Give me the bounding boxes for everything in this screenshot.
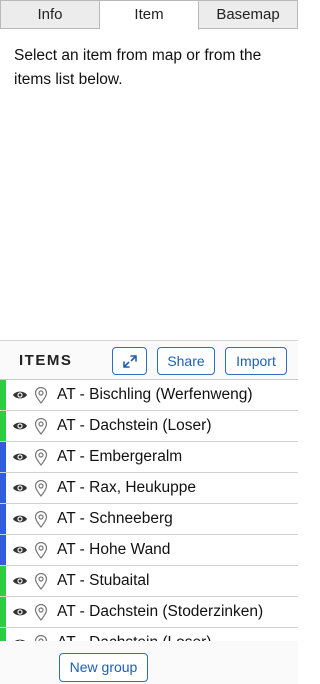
location-pin-icon[interactable] (34, 510, 48, 533)
location-pin-icon[interactable] (34, 572, 48, 595)
tab-bar: Info Item Basemap (0, 0, 298, 30)
list-item[interactable]: AT - Rax, Heukuppe (0, 473, 298, 504)
import-button[interactable]: Import (225, 347, 287, 375)
share-button[interactable]: Share (157, 347, 215, 375)
list-item-label: AT - Dachstein (Loser) (57, 417, 212, 434)
group-color-bar (0, 473, 6, 503)
items-footer: New group (0, 647, 298, 684)
group-color-bar (0, 411, 6, 441)
location-pin-icon[interactable] (34, 479, 48, 502)
item-hint-text: Select an item from map or from the item… (14, 47, 262, 88)
list-item-label: AT - Dachstein (Loser) (57, 634, 211, 641)
tab-item[interactable]: Item (100, 0, 199, 30)
items-title: ITEMS (19, 352, 73, 369)
visibility-eye-icon[interactable] (12, 543, 28, 561)
items-panel: ITEMS Share Import AT - Bischling (Werfe… (0, 340, 298, 684)
list-item[interactable]: AT - Dachstein (Loser) (0, 628, 298, 641)
list-item-label: AT - Embergeralm (57, 448, 183, 465)
list-item[interactable]: AT - Dachstein (Loser) (0, 411, 298, 442)
list-item-label: AT - Stubaital (57, 572, 150, 589)
location-pin-icon[interactable] (34, 603, 48, 626)
location-pin-icon[interactable] (34, 541, 48, 564)
group-color-bar (0, 566, 6, 596)
list-item-label: AT - Dachstein (Stoderzinken) (57, 603, 264, 620)
visibility-eye-icon[interactable] (12, 636, 28, 641)
visibility-eye-icon[interactable] (12, 574, 28, 592)
tab-info[interactable]: Info (0, 0, 100, 28)
group-color-bar (0, 597, 6, 627)
location-pin-icon[interactable] (34, 386, 48, 409)
items-list: AT - Bischling (Werfenweng) AT - Dachstei… (0, 379, 298, 641)
list-item[interactable]: AT - Schneeberg (0, 504, 298, 535)
list-item[interactable]: AT - Stubaital (0, 566, 298, 597)
location-pin-icon[interactable] (34, 417, 48, 440)
list-item-label: AT - Hohe Wand (57, 541, 171, 558)
location-pin-icon[interactable] (34, 634, 48, 641)
visibility-eye-icon[interactable] (12, 605, 28, 623)
group-color-bar (0, 442, 6, 472)
expand-button[interactable] (112, 347, 147, 375)
items-header: ITEMS Share Import (0, 341, 298, 379)
expand-arrows-icon (123, 355, 137, 368)
location-pin-icon[interactable] (34, 448, 48, 471)
list-item[interactable]: AT - Embergeralm (0, 442, 298, 473)
list-item[interactable]: AT - Hohe Wand (0, 535, 298, 566)
group-color-bar (0, 380, 6, 410)
list-item-label: AT - Schneeberg (57, 510, 173, 527)
visibility-eye-icon[interactable] (12, 450, 28, 468)
visibility-eye-icon[interactable] (12, 388, 28, 406)
list-item[interactable]: AT - Bischling (Werfenweng) (0, 380, 298, 411)
list-item[interactable]: AT - Dachstein (Stoderzinken) (0, 597, 298, 628)
group-color-bar (0, 535, 6, 565)
list-item-label: AT - Bischling (Werfenweng) (57, 386, 253, 403)
new-group-button[interactable]: New group (59, 653, 148, 682)
group-color-bar (0, 504, 6, 534)
group-color-bar (0, 628, 6, 641)
visibility-eye-icon[interactable] (12, 481, 28, 499)
tab-basemap[interactable]: Basemap (199, 0, 298, 28)
visibility-eye-icon[interactable] (12, 512, 28, 530)
visibility-eye-icon[interactable] (12, 419, 28, 437)
list-item-label: AT - Rax, Heukuppe (57, 479, 196, 496)
